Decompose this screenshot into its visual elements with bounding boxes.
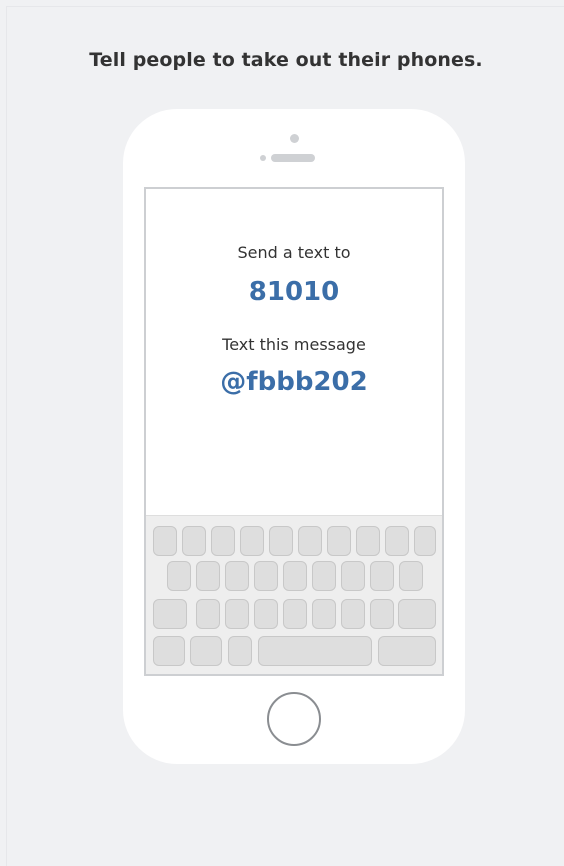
keyboard-key <box>196 561 220 591</box>
keyboard-key <box>182 526 206 556</box>
keyboard-key <box>211 526 235 556</box>
keyboard-key <box>283 561 307 591</box>
keyboard-key <box>240 526 264 556</box>
numbers-key <box>153 636 185 666</box>
delete-key <box>398 599 436 629</box>
keyboard-key <box>225 599 249 629</box>
keyboard-key <box>356 526 380 556</box>
keyboard-key <box>370 599 394 629</box>
mic-key <box>228 636 252 666</box>
page-heading: Tell people to take out their phones. <box>89 49 483 71</box>
home-button-icon <box>267 692 321 746</box>
keyboard-key <box>312 561 336 591</box>
keyboard-key <box>167 561 191 591</box>
keyboard-key <box>341 561 365 591</box>
phone-number: 81010 <box>248 277 340 307</box>
keyboard-key <box>283 599 307 629</box>
message-label: Text this message <box>222 335 366 354</box>
keyboard-key <box>298 526 322 556</box>
emoji-key <box>190 636 222 666</box>
keyboard-key <box>414 526 436 556</box>
keyboard-key <box>153 526 177 556</box>
phone-illustration: Send a text to 81010 Text this message @… <box>123 109 465 764</box>
shift-key <box>153 599 187 629</box>
keyboard-key <box>254 561 278 591</box>
keyboard-key <box>254 599 278 629</box>
phone-screen: Send a text to 81010 Text this message @… <box>144 187 444 676</box>
sensor-icon <box>260 155 266 161</box>
keyboard-key <box>327 526 351 556</box>
keyboard-key <box>269 526 293 556</box>
send-text-label: Send a text to <box>237 243 351 262</box>
keyboard-key <box>225 561 249 591</box>
camera-icon <box>290 134 299 143</box>
speaker-icon <box>271 154 315 162</box>
keyboard-key <box>370 561 394 591</box>
instructions-panel: Tell people to take out their phones. Se… <box>6 6 564 866</box>
keyboard-illustration <box>146 515 442 674</box>
keyboard-key <box>341 599 365 629</box>
return-key <box>378 636 436 666</box>
keyboard-key <box>196 599 220 629</box>
keyboard-key <box>312 599 336 629</box>
keyboard-key <box>385 526 409 556</box>
keyboard-key <box>399 561 423 591</box>
message-code: @fbbb202 <box>220 367 368 397</box>
space-key <box>258 636 372 666</box>
